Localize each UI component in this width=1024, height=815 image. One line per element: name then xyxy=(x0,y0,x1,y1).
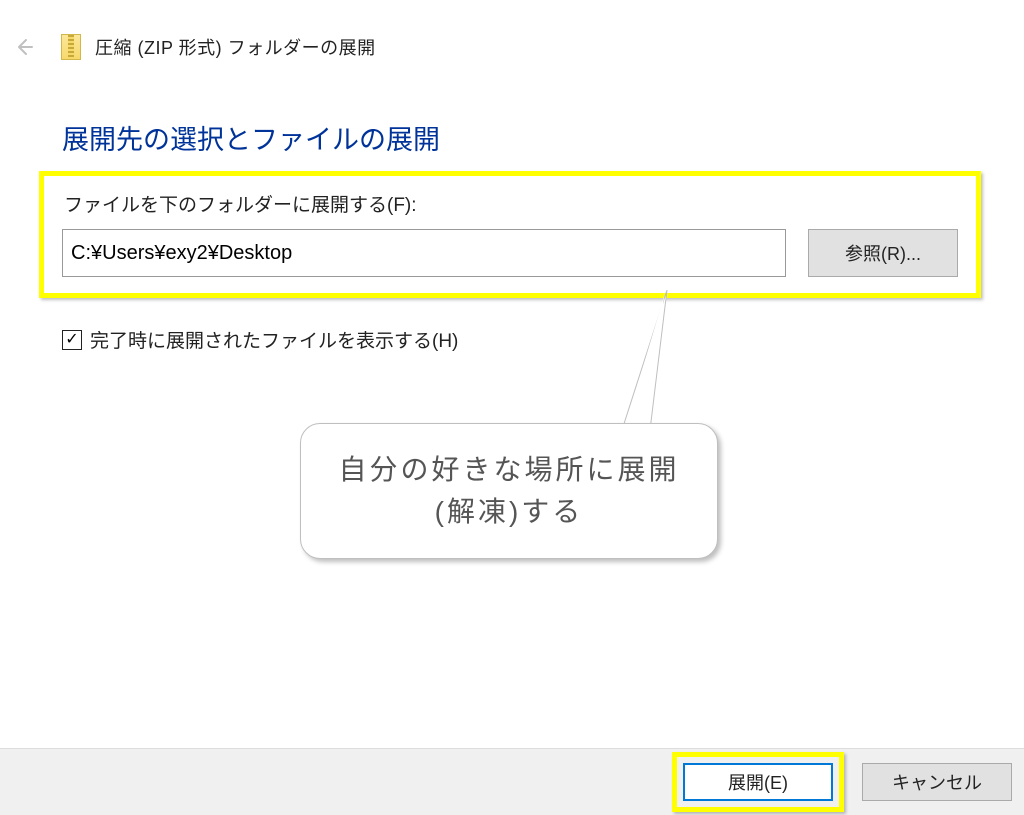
zip-folder-icon xyxy=(61,34,81,60)
show-files-checkbox-row[interactable]: ✓ 完了時に展開されたファイルを表示する(H) xyxy=(62,326,458,353)
browse-button[interactable]: 参照(R)... xyxy=(808,229,958,277)
callout-line-2: (解凍)する xyxy=(435,496,584,527)
show-files-label: 完了時に展開されたファイルを表示する(H) xyxy=(90,326,458,353)
callout-line-1: 自分の好きな場所に展開 xyxy=(338,454,679,485)
destination-path-input[interactable]: C:¥Users¥exy2¥Desktop xyxy=(62,229,786,277)
check-icon: ✓ xyxy=(65,332,78,348)
section-heading: 展開先の選択とファイルの展開 xyxy=(62,118,440,157)
destination-row: C:¥Users¥exy2¥Desktop 参照(R)... xyxy=(62,229,958,277)
extract-button[interactable]: 展開(E) xyxy=(683,763,833,801)
annotation-highlight-destination: ファイルを下のフォルダーに展開する(F): C:¥Users¥exy2¥Desk… xyxy=(39,171,981,298)
back-arrow-icon[interactable] xyxy=(11,35,35,59)
wizard-title: 圧縮 (ZIP 形式) フォルダーの展開 xyxy=(95,34,376,60)
callout-tail-icon xyxy=(612,290,692,435)
wizard-header: 圧縮 (ZIP 形式) フォルダーの展開 xyxy=(11,34,376,60)
annotation-highlight-extract: 展開(E) xyxy=(672,752,844,812)
callout-text: 自分の好きな場所に展開 (解凍)する xyxy=(338,449,679,533)
cancel-button[interactable]: キャンセル xyxy=(862,763,1012,801)
callout-bubble: 自分の好きな場所に展開 (解凍)する xyxy=(300,423,718,559)
show-files-checkbox[interactable]: ✓ xyxy=(62,330,82,350)
wizard-footer: 展開(E) キャンセル xyxy=(0,748,1024,815)
destination-label: ファイルを下のフォルダーに展開する(F): xyxy=(64,190,976,217)
